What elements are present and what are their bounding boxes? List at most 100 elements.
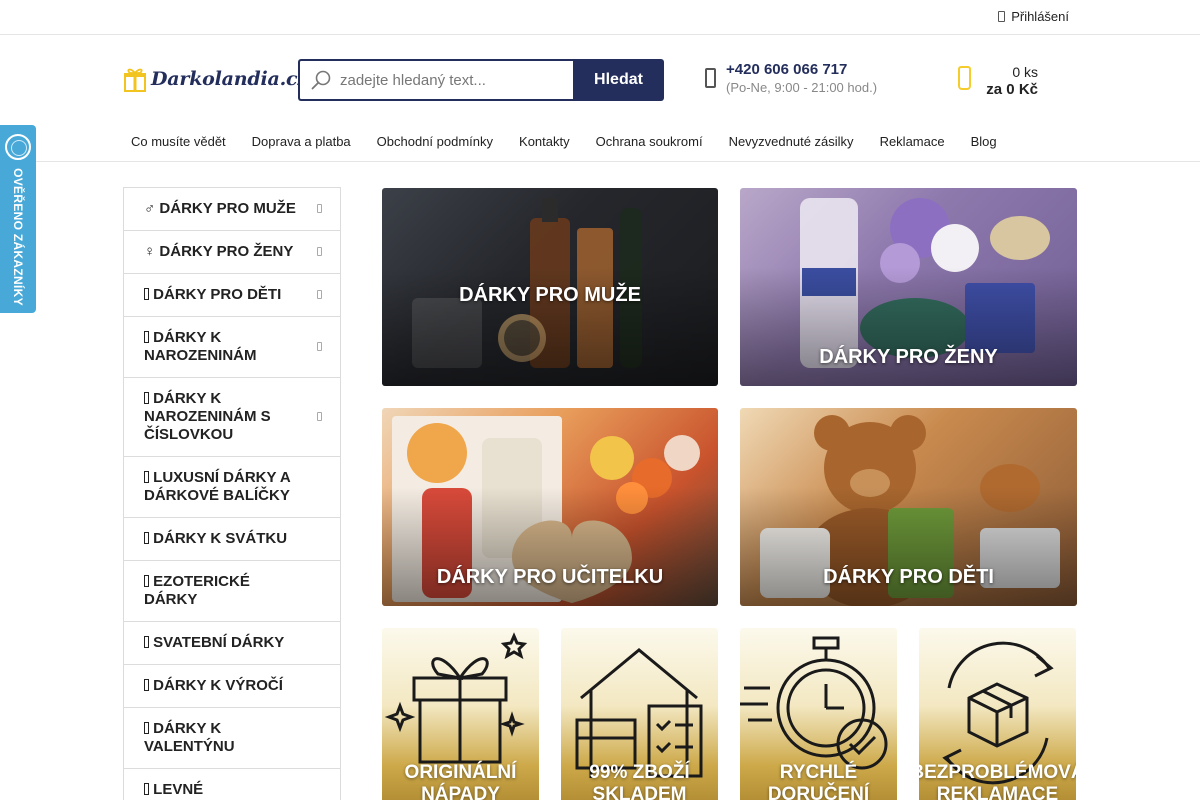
cart-count: 0 ks [1012,64,1038,80]
verified-badge[interactable]: OVĚŘENO ZÁKAZNÍKY [0,125,36,313]
category-label: SVATEBNÍ DÁRKY [153,634,285,651]
feature-line2: REKLAMACE [936,784,1059,800]
search-box [298,59,573,101]
nav-item[interactable]: Co musíte vědět [118,134,239,149]
tile-gifts-for-men[interactable]: DÁRKY PRO MUŽE [382,188,718,386]
category-label: DÁRKY PRO ŽENY [159,243,294,260]
top-bar: Přihlášení [0,0,1200,35]
gift-logo-icon [124,68,146,92]
category-icon [144,532,149,544]
tile-label: DÁRKY PRO UČITELKU [436,566,664,588]
cart-total: za 0 Kč [986,81,1038,98]
nav-item[interactable]: Reklamace [867,134,958,149]
tile-gifts-for-women[interactable]: DÁRKY PRO ŽENY [740,188,1077,386]
login-label: Přihlášení [1011,9,1069,24]
contact-phone: +420 606 066 717 (Po-Ne, 9:00 - 21:00 ho… [705,61,877,95]
nav-item[interactable]: Doprava a platba [239,134,364,149]
search-form: Hledat [298,59,664,101]
user-icon [998,11,1006,22]
chevron-right-icon [317,247,322,256]
tile-gifts-for-teacher[interactable]: DÁRKY PRO UČITELKU [382,408,718,606]
feature-line2: SKLADEM [592,784,687,800]
category-gender-icon: ♀ [144,243,156,260]
nav-item[interactable]: Obchodní podmínky [364,134,506,149]
sidebar-category[interactable]: ♀ DÁRKY PRO ŽENY [124,231,340,274]
nav-item[interactable]: Nevyzvednuté zásilky [716,134,867,149]
category-icon [144,288,149,300]
category-icon [144,783,149,795]
sidebar-category[interactable]: DÁRKY K VALENTÝNU [124,708,340,769]
site-logo[interactable]: Darkolandia.cz [123,66,308,92]
feature-in-stock[interactable]: 99% ZBOŽÍ SKLADEM [561,628,718,800]
sidebar-category[interactable]: DÁRKY PRO DĚTI [124,274,340,317]
sidebar-category[interactable]: SVATEBNÍ DÁRKY [124,622,340,665]
sidebar-category[interactable]: EZOTERICKÉ DÁRKY [124,561,340,622]
feature-label: 99% ZBOŽÍ SKLADEM [561,762,718,800]
feature-label: BEZPROBLÉMOVÁ REKLAMACE [919,762,1076,800]
feature-easy-returns[interactable]: BEZPROBLÉMOVÁ REKLAMACE [919,628,1076,800]
feature-label: ORIGINÁLNÍ NÁPADY [382,762,539,800]
feature-line2: NÁPADY [421,784,500,800]
category-gender-icon: ♂ [144,200,156,217]
sidebar-category[interactable]: DÁRKY K SVÁTKU [124,518,340,561]
category-icon [144,679,149,691]
phone-icon [705,68,716,88]
category-icon [144,392,149,404]
nav-item[interactable]: Ochrana soukromí [583,134,716,149]
feature-line1: 99% ZBOŽÍ [589,762,690,783]
category-label: DÁRKY PRO DĚTI [153,286,282,303]
feature-line1: RYCHLÉ [779,762,858,783]
sidebar-category[interactable]: ♂ DÁRKY PRO MUŽE [124,188,340,231]
sidebar-category[interactable]: LUXUSNÍ DÁRKY A DÁRKOVÉ BALÍČKY [124,457,340,518]
tile-label: DÁRKY PRO MUŽE [459,284,641,306]
category-label: DÁRKY K SVÁTKU [153,530,288,547]
category-label: DÁRKY K VALENTÝNU [144,720,235,755]
verified-badge-label: OVĚŘENO ZÁKAZNÍKY [11,168,25,306]
sidebar-category[interactable]: DÁRKY K VÝROČÍ [124,665,340,708]
chevron-right-icon [317,412,322,421]
feature-fast-delivery[interactable]: RYCHLÉ DORUČENÍ [740,628,897,800]
category-label: DÁRKY K NAROZENINÁM [144,329,257,364]
category-icon [144,331,149,343]
sidebar-category[interactable]: DÁRKY K NAROZENINÁM [124,317,340,378]
nav-item[interactable]: Kontakty [506,134,583,149]
search-button[interactable]: Hledat [573,59,664,101]
tile-gifts-for-kids[interactable]: DÁRKY PRO DĚTI [740,408,1077,606]
login-link[interactable]: Přihlášení [998,9,1069,24]
chevron-right-icon [317,290,322,299]
tile-label: DÁRKY PRO DĚTI [823,566,994,588]
search-input[interactable] [340,71,560,89]
category-icon [144,636,149,648]
feature-label: RYCHLÉ DORUČENÍ [740,762,897,800]
main-nav: Co musíte vědět Doprava a platba Obchodní … [0,125,1200,162]
nav-list: Co musíte vědět Doprava a platba Obchodní … [118,134,1010,149]
feature-line1: BEZPROBLÉMOVÁ [919,762,1076,783]
nav-item[interactable]: Blog [958,134,1010,149]
category-icon [144,471,149,483]
feature-line1: ORIGINÁLNÍ [404,762,517,783]
feature-original-ideas[interactable]: ORIGINÁLNÍ NÁPADY [382,628,539,800]
search-icon [311,70,331,90]
header: Darkolandia.cz Hledat +420 606 066 717 (… [0,35,1200,125]
shopping-bag-icon [958,66,971,90]
feature-line2: DORUČENÍ [767,784,870,800]
chevron-right-icon [317,204,322,213]
logo-text: Darkolandia.cz [151,68,308,90]
sidebar-category[interactable]: DÁRKY K NAROZENINÁM S ČÍSLOVKOU [124,378,340,457]
category-label: LEVNÉ [153,781,204,798]
sidebar-category[interactable]: LEVNÉ [124,769,340,800]
category-icon [144,722,149,734]
category-sidebar: ♂ DÁRKY PRO MUŽE ♀ DÁRKY PRO ŽENY DÁRKY P… [123,187,341,800]
phone-number[interactable]: +420 606 066 717 [726,61,877,78]
category-icon [144,575,149,587]
category-label: DÁRKY K VÝROČÍ [153,677,283,694]
category-label: LUXUSNÍ DÁRKY A DÁRKOVÉ BALÍČKY [144,469,291,504]
tile-label: DÁRKY PRO ŽENY [819,346,998,368]
verified-seal-icon [5,134,31,160]
chevron-right-icon [317,342,322,351]
category-label: DÁRKY PRO MUŽE [159,200,296,217]
category-label: DÁRKY K NAROZENINÁM S ČÍSLOVKOU [144,390,271,443]
cart-widget[interactable]: 0 ks za 0 Kč [958,64,1040,100]
phone-hours: (Po-Ne, 9:00 - 21:00 hod.) [726,80,878,95]
category-label: EZOTERICKÉ DÁRKY [144,573,250,608]
